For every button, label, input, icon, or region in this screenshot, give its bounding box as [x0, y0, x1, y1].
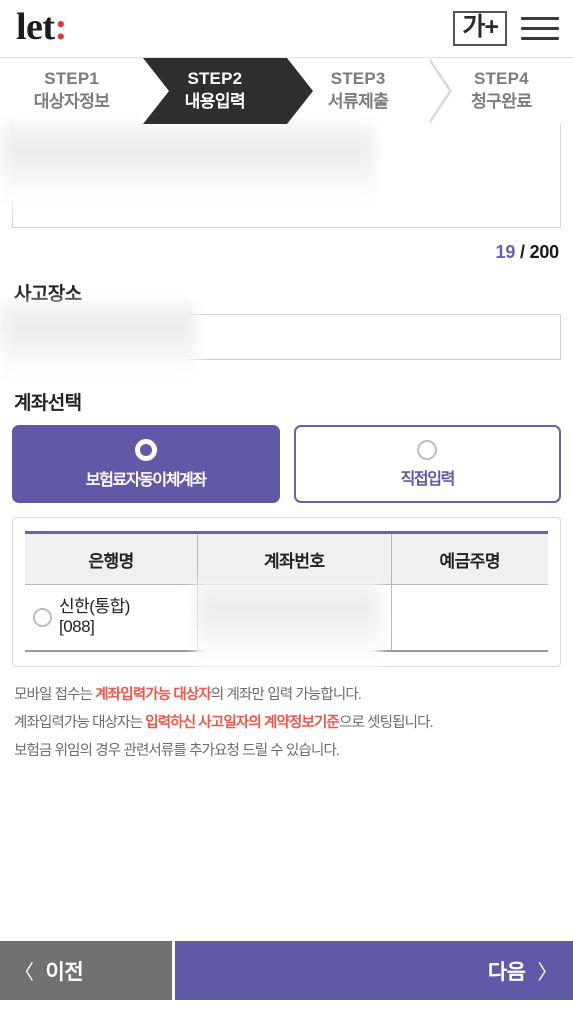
account-option-manual-input-label: 직접입력	[400, 470, 456, 488]
notice-3-part-1: 보험금 위임의 경우 관련서류를 추가요청 드릴 수 있습니다.	[14, 743, 340, 760]
radio-selected-icon	[134, 438, 157, 461]
account-table: 은행명 계좌번호 예금주명 신한(통합) [088]	[25, 531, 548, 652]
form-content: 19 / 200 사고장소 계좌선택 보험료자동이체계좌 직접입력 은행명 계좌…	[0, 124, 573, 765]
step-1[interactable]: STEP1 대상자정보	[0, 58, 166, 124]
step-3-label: 서류제출	[327, 92, 389, 111]
hamburger-menu-icon[interactable]	[521, 14, 559, 44]
step-indicator: STEP1 대상자정보 STEP2 내용입력 STEP3 서류제출 STEP4 …	[0, 58, 573, 124]
previous-button[interactable]: 〈 이전	[0, 941, 172, 1000]
column-header-holder-name: 예금주명	[391, 531, 548, 585]
step-2-code: STEP2	[187, 69, 243, 89]
step-2-label: 내용입력	[184, 92, 246, 111]
accident-place-label: 사고장소	[14, 284, 82, 305]
notice-2-part-3: 으로 셋팅됩니다.	[338, 714, 434, 731]
hamburger-bar-3	[521, 37, 559, 40]
bank-name-line-1: 신한(통합)	[59, 596, 130, 616]
step-1-code: STEP1	[44, 69, 100, 89]
table-row[interactable]: 신한(통합) [088]	[25, 584, 548, 652]
chevron-right-icon: 〉	[537, 962, 558, 984]
app-screen: let: 가+ STEP1 대상자정보 STEP2 내용입력 STEP3 서류제…	[0, 0, 573, 1024]
font-size-increase-button[interactable]: 가+	[453, 11, 507, 46]
character-counter-max: 200	[529, 242, 560, 262]
cell-bank-name[interactable]: 신한(통합) [088]	[25, 584, 199, 652]
account-table-container: 은행명 계좌번호 예금주명 신한(통합) [088]	[12, 517, 561, 669]
account-table-header-row: 은행명 계좌번호 예금주명	[25, 531, 548, 585]
character-counter-current: 19	[495, 242, 516, 262]
bottom-navigation: 〈 이전 다음 〉	[0, 941, 573, 1000]
account-option-auto-transfer-label: 보험료자동이체계좌	[85, 471, 207, 489]
notice-1-part-3: 의 계좌만 입력 가능합니다.	[210, 686, 362, 703]
account-select-options: 보험료자동이체계좌 직접입력	[12, 425, 561, 503]
radio-unselected-icon	[417, 439, 438, 460]
step-4-code: STEP4	[473, 69, 529, 89]
notice-1-part-1: 모바일 접수는	[14, 686, 96, 703]
accident-place-input[interactable]	[68, 314, 561, 360]
account-option-auto-transfer[interactable]: 보험료자동이체계좌	[12, 425, 280, 503]
app-header: let: 가+	[0, 0, 573, 58]
previous-button-label: 이전	[45, 960, 84, 984]
character-counter: 19 / 200	[12, 228, 561, 263]
accident-place-row	[0, 302, 561, 382]
account-table-body: 신한(통합) [088]	[25, 584, 548, 652]
notice-1-highlight: 계좌입력가능 대상자	[95, 686, 211, 703]
bank-name-text: 신한(통합) [088]	[59, 597, 130, 638]
header-actions: 가+	[453, 11, 559, 46]
column-header-bank-name: 은행명	[25, 531, 199, 585]
cell-account-number	[197, 584, 392, 652]
account-select-label: 계좌선택	[14, 393, 82, 414]
bank-name-content: 신한(통합) [088]	[31, 597, 191, 638]
notice-list: 모바일 접수는 계좌입력가능 대상자의 계좌만 입력 가능합니다. 계좌입력가능…	[12, 681, 561, 766]
redacted-description-overlay	[1, 124, 375, 206]
notice-2-part-1: 계좌입력가능 대상자는	[14, 714, 146, 731]
notice-line-3: 보험금 위임의 경우 관련서류를 추가요청 드릴 수 있습니다.	[14, 737, 559, 765]
bank-name-line-2: [088]	[59, 617, 95, 637]
cell-holder-name	[391, 584, 548, 652]
brand-logo[interactable]: let:	[16, 8, 67, 46]
column-header-account-number: 계좌번호	[197, 531, 392, 585]
brand-logo-text: let	[16, 5, 55, 48]
description-textarea[interactable]	[1, 124, 561, 228]
notice-2-highlight: 입력하신 사고일자의 계약정보기준	[145, 714, 340, 731]
notice-line-2: 계좌입력가능 대상자는 입력하신 사고일자의 계약정보기준으로 셋팅됩니다.	[14, 709, 559, 737]
step-3-code: STEP3	[330, 69, 386, 89]
next-button[interactable]: 다음 〉	[175, 941, 573, 1000]
account-option-manual-input[interactable]: 직접입력	[293, 425, 561, 503]
account-table-head: 은행명 계좌번호 예금주명	[25, 531, 548, 585]
notice-line-1: 모바일 접수는 계좌입력가능 대상자의 계좌만 입력 가능합니다.	[14, 681, 559, 709]
brand-logo-colon: :	[54, 5, 68, 48]
bank-row-radio-icon[interactable]	[33, 607, 52, 627]
next-button-label: 다음	[487, 960, 526, 984]
hamburger-bar-1	[521, 17, 559, 20]
hamburger-bar-2	[521, 27, 559, 30]
character-counter-separator: /	[515, 242, 530, 262]
step-4-label: 청구완료	[471, 92, 532, 111]
step-2[interactable]: STEP2 내용입력	[143, 58, 313, 124]
chevron-left-icon: 〈	[14, 962, 34, 984]
step-1-label: 대상자정보	[33, 92, 110, 111]
